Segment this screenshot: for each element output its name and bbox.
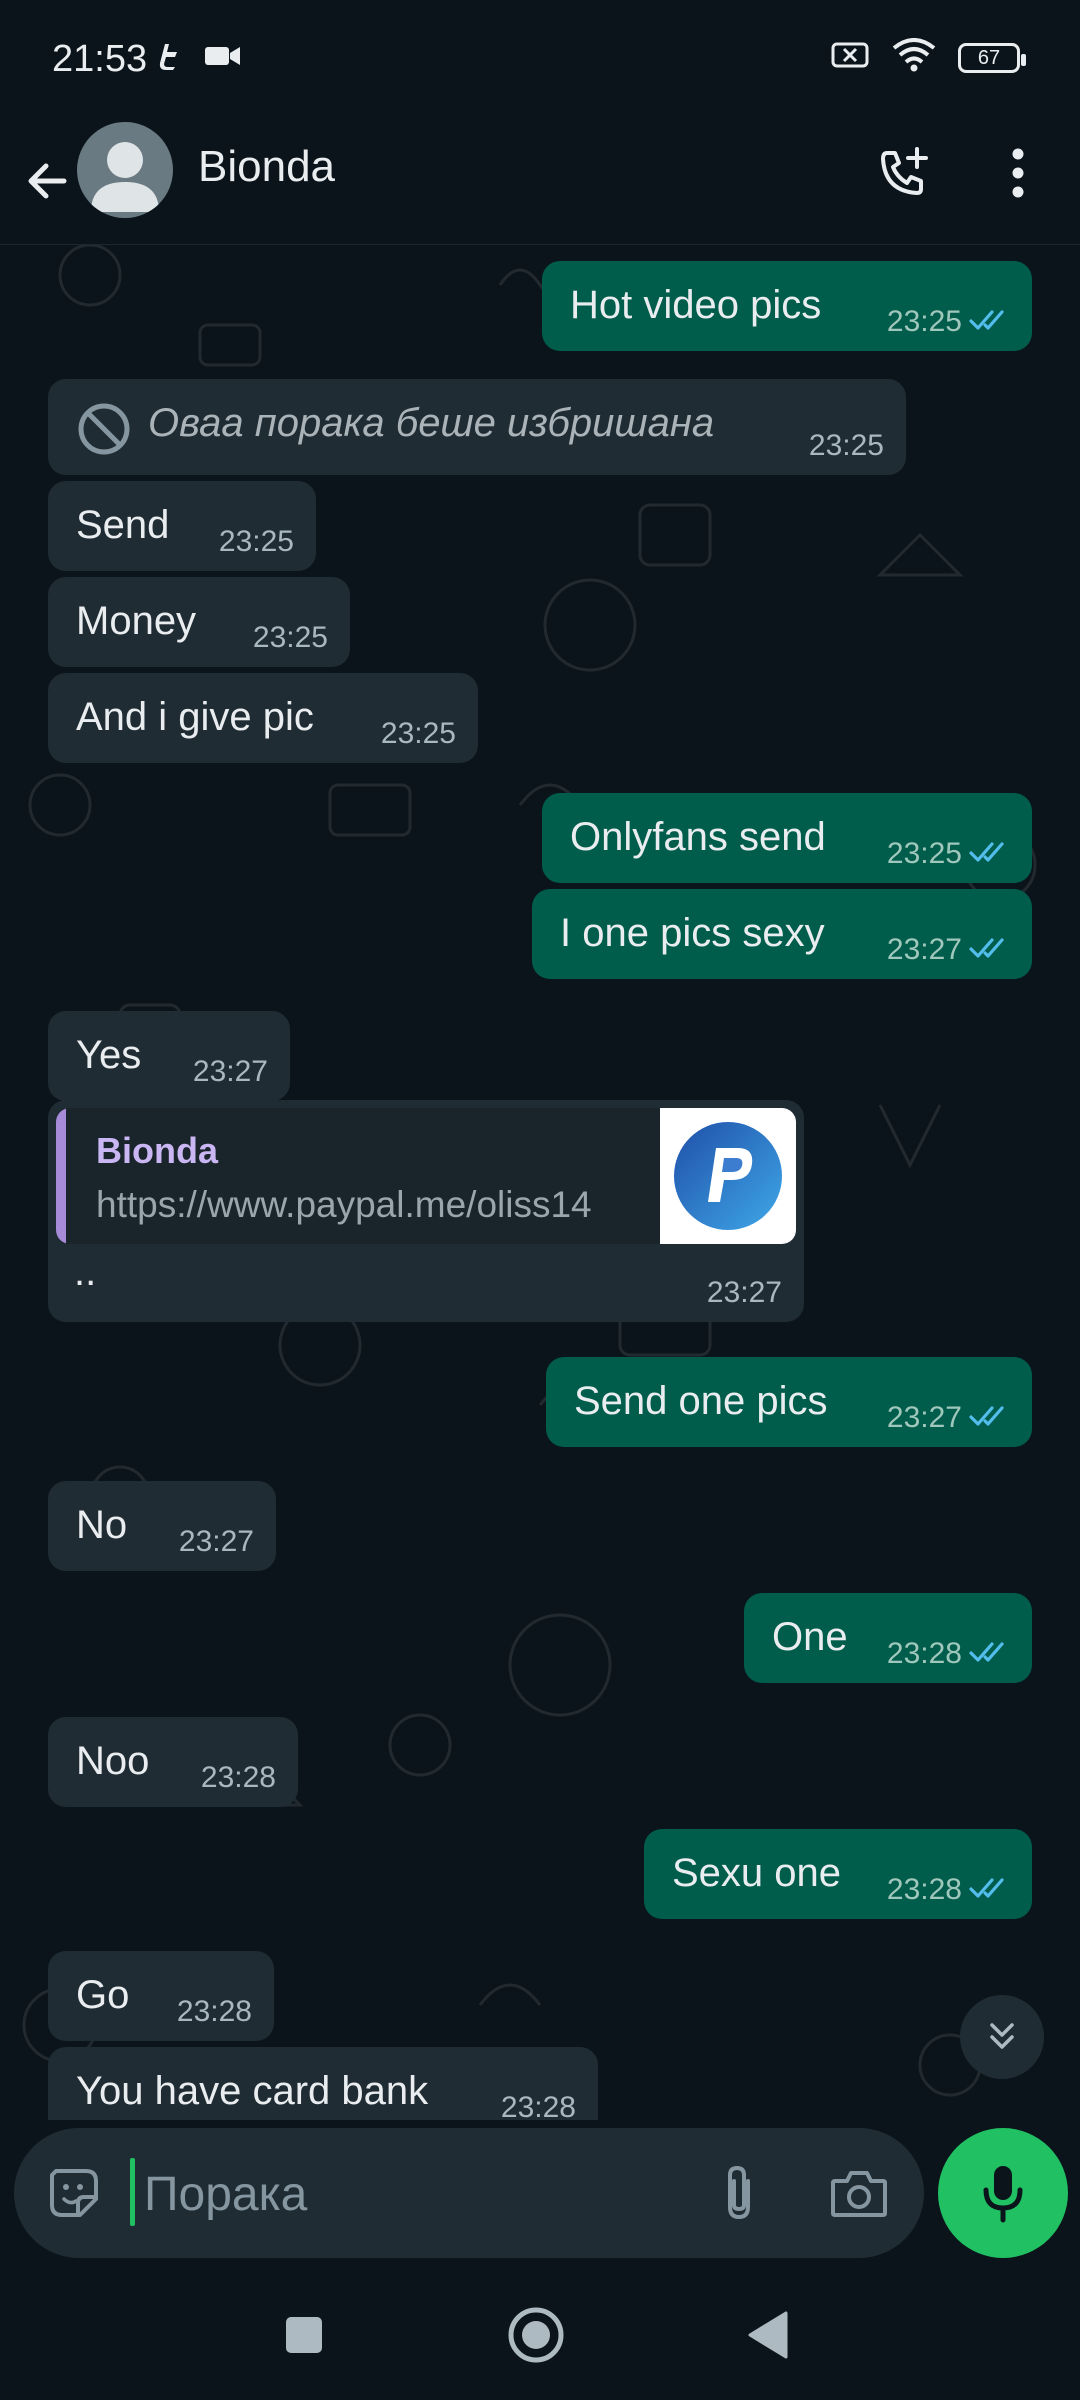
incoming-message[interactable]: Yes 23:27 xyxy=(48,1011,290,1101)
back-button[interactable] xyxy=(18,146,78,216)
message-time: 23:27 xyxy=(178,1525,254,1558)
message-input[interactable] xyxy=(134,2150,706,2238)
recents-button[interactable] xyxy=(244,2270,364,2400)
link-preview-card[interactable]: Bionda https://www.paypal.me/oliss14 xyxy=(56,1108,796,1244)
message-text: .. xyxy=(74,1250,97,1294)
message-time: 23:27 xyxy=(192,1055,268,1088)
more-vertical-icon xyxy=(1012,148,1024,198)
incoming-message[interactable]: No 23:27 xyxy=(48,1481,276,1571)
message-text: Hot video pics xyxy=(570,283,822,327)
incoming-message[interactable]: Go 23:28 xyxy=(48,1951,274,2041)
outgoing-message[interactable]: I one pics sexy 23:27 xyxy=(532,889,1032,979)
chat-area[interactable]: Hot video pics 23:25 Оваа порака беше избр… xyxy=(0,245,1080,2120)
video-camera-icon xyxy=(203,41,243,76)
message-text: You have card bank xyxy=(76,2069,429,2113)
outgoing-message[interactable]: Hot video pics 23:25 xyxy=(542,261,1032,351)
paperclip-icon xyxy=(728,2165,750,2220)
message-text: Noo xyxy=(76,1739,150,1783)
voice-record-button[interactable] xyxy=(938,2128,1068,2258)
double-check-read-icon xyxy=(968,840,1012,869)
chat-header: Bionda xyxy=(0,120,1080,245)
message-text: Sexu one xyxy=(672,1851,842,1895)
outgoing-message[interactable]: Onlyfans send 23:25 xyxy=(542,793,1032,883)
message-text: One xyxy=(772,1615,848,1659)
battery-indicator: 67 xyxy=(958,42,1026,73)
message-time: 23:28 xyxy=(500,2091,576,2120)
sticker-button[interactable] xyxy=(42,2161,106,2225)
status-time: 21:53 xyxy=(52,38,148,80)
link-preview-thumbnail xyxy=(660,1108,796,1244)
camera-icon xyxy=(831,2171,887,2217)
message-time: 23:27 xyxy=(886,933,962,966)
message-time: 23:25 xyxy=(380,717,456,750)
message-text: No xyxy=(76,1503,128,1547)
message-text: I one pics sexy xyxy=(560,911,825,955)
incoming-message[interactable]: Noo 23:28 xyxy=(48,1717,298,1807)
outgoing-message[interactable]: One 23:28 xyxy=(744,1593,1032,1683)
back-nav-button[interactable] xyxy=(708,2270,828,2400)
home-button[interactable] xyxy=(476,2270,596,2400)
double-check-read-icon xyxy=(968,1404,1012,1433)
message-text: Оваа порака беше избришана xyxy=(148,401,715,445)
sticker-icon xyxy=(50,2169,98,2217)
attach-button[interactable] xyxy=(704,2158,774,2228)
square-icon xyxy=(286,2317,322,2353)
link-preview-url[interactable]: https://www.paypal.me/oliss14 xyxy=(96,1184,592,1226)
message-time: 23:25 xyxy=(808,429,884,462)
message-time: 23:25 xyxy=(886,837,962,870)
message-time: 23:28 xyxy=(176,1995,252,2028)
double-check-read-icon xyxy=(968,1876,1012,1905)
double-check-read-icon xyxy=(968,1640,1012,1669)
link-preview-accent-bar xyxy=(56,1108,66,1244)
add-call-button[interactable] xyxy=(868,138,938,208)
message-text: Send xyxy=(76,503,170,547)
message-time: 23:27 xyxy=(886,1401,962,1434)
microphone-icon xyxy=(983,2166,1023,2223)
incoming-message[interactable]: Send 23:25 xyxy=(48,481,316,571)
camera-button[interactable] xyxy=(824,2158,894,2228)
link-preview-message[interactable]: Bionda https://www.paypal.me/oliss14.. 23:… xyxy=(48,1100,804,1322)
message-time: 23:25 xyxy=(252,621,328,654)
default-avatar-icon xyxy=(91,142,159,212)
link-preview-title: Bionda xyxy=(96,1130,218,1171)
triangle-back-icon xyxy=(748,2311,788,2359)
wifi-icon xyxy=(892,38,936,77)
message-time: 23:25 xyxy=(886,305,962,338)
message-time: 23:28 xyxy=(886,1873,962,1906)
avatar[interactable] xyxy=(77,122,173,218)
double-check-read-icon xyxy=(968,308,1012,337)
double-chevron-down-icon xyxy=(990,2023,1014,2049)
message-text: Money xyxy=(76,599,197,643)
message-text: Yes xyxy=(76,1033,142,1077)
more-options-button[interactable] xyxy=(988,138,1048,208)
message-time: 23:28 xyxy=(200,1761,276,1794)
double-check-read-icon xyxy=(968,936,1012,965)
outgoing-message[interactable]: Send one pics 23:27 xyxy=(546,1357,1032,1447)
message-time: 23:27 xyxy=(706,1276,782,1309)
incoming-message[interactable]: Money 23:25 xyxy=(48,577,350,667)
circle-home-icon xyxy=(508,2307,564,2363)
system-navigation-bar xyxy=(0,2270,1080,2400)
message-text: Onlyfans send xyxy=(570,815,826,859)
contact-name[interactable]: Bionda xyxy=(198,142,335,192)
message-text: Go xyxy=(76,1973,130,2017)
message-text: Send one pics xyxy=(574,1379,828,1423)
phone-plus-icon xyxy=(881,147,928,195)
status-bar: 21:53 67 xyxy=(0,0,1080,120)
notification-app-icon xyxy=(155,40,187,77)
arrow-left-icon xyxy=(28,163,67,199)
message-composer xyxy=(14,2128,924,2258)
incoming-message[interactable]: You have card bank 23:28 xyxy=(48,2047,598,2120)
message-time: 23:28 xyxy=(886,1637,962,1670)
message-time: 23:25 xyxy=(218,525,294,558)
deleted-message[interactable]: Оваа порака беше избришана 23:25 xyxy=(48,379,906,475)
scroll-to-bottom-button[interactable] xyxy=(960,1995,1044,2079)
blocked-icon xyxy=(76,401,132,462)
paypal-logo-icon xyxy=(674,1122,782,1230)
no-sim-icon xyxy=(830,39,870,76)
message-text: And i give pic xyxy=(76,695,314,739)
outgoing-message[interactable]: Sexu one 23:28 xyxy=(644,1829,1032,1919)
incoming-message[interactable]: And i give pic 23:25 xyxy=(48,673,478,763)
